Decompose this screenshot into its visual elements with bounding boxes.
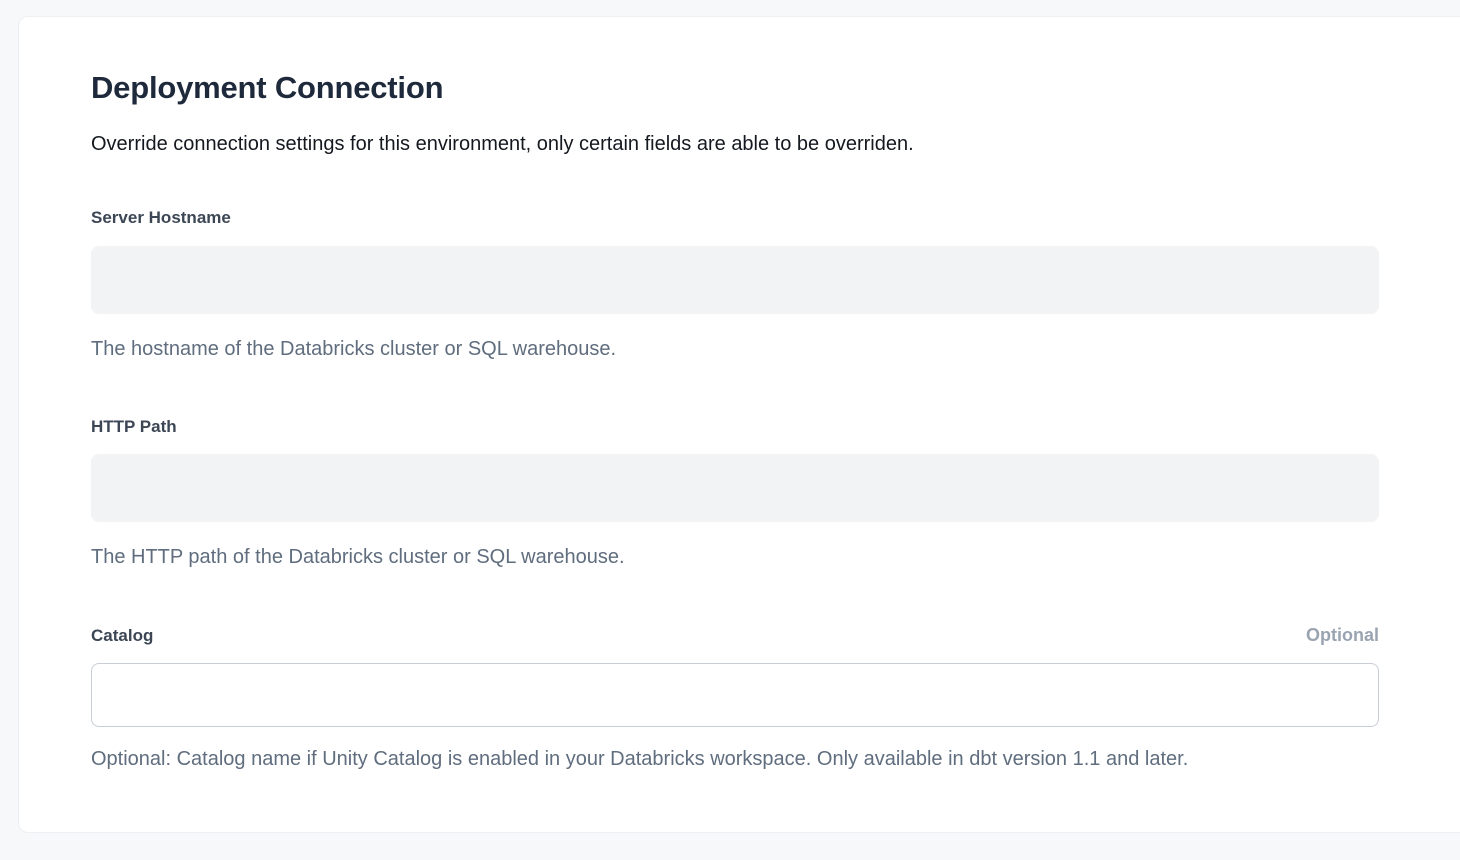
- server-hostname-label: Server Hostname: [91, 208, 231, 228]
- catalog-label-row: Catalog Optional: [91, 625, 1379, 646]
- http-path-input: [91, 454, 1379, 522]
- server-hostname-label-row: Server Hostname: [91, 208, 1379, 228]
- page-subtitle: Override connection settings for this en…: [91, 130, 1379, 158]
- http-path-label-row: HTTP Path: [91, 417, 1379, 437]
- server-hostname-input: [91, 246, 1379, 314]
- server-hostname-field-group: Server Hostname The hostname of the Data…: [91, 208, 1379, 361]
- card-content: Deployment Connection Override connectio…: [91, 69, 1379, 772]
- server-hostname-help: The hostname of the Databricks cluster o…: [91, 336, 1379, 362]
- catalog-field-group: Catalog Optional Optional: Catalog name …: [91, 625, 1379, 772]
- page-title: Deployment Connection: [91, 69, 1379, 106]
- http-path-field-group: HTTP Path The HTTP path of the Databrick…: [91, 417, 1379, 570]
- deployment-connection-card: Deployment Connection Override connectio…: [18, 16, 1460, 833]
- catalog-help: Optional: Catalog name if Unity Catalog …: [91, 746, 1379, 772]
- http-path-help: The HTTP path of the Databricks cluster …: [91, 544, 1379, 570]
- catalog-label: Catalog: [91, 626, 153, 646]
- http-path-label: HTTP Path: [91, 417, 177, 437]
- catalog-optional-badge: Optional: [1306, 625, 1379, 646]
- catalog-input[interactable]: [91, 663, 1379, 727]
